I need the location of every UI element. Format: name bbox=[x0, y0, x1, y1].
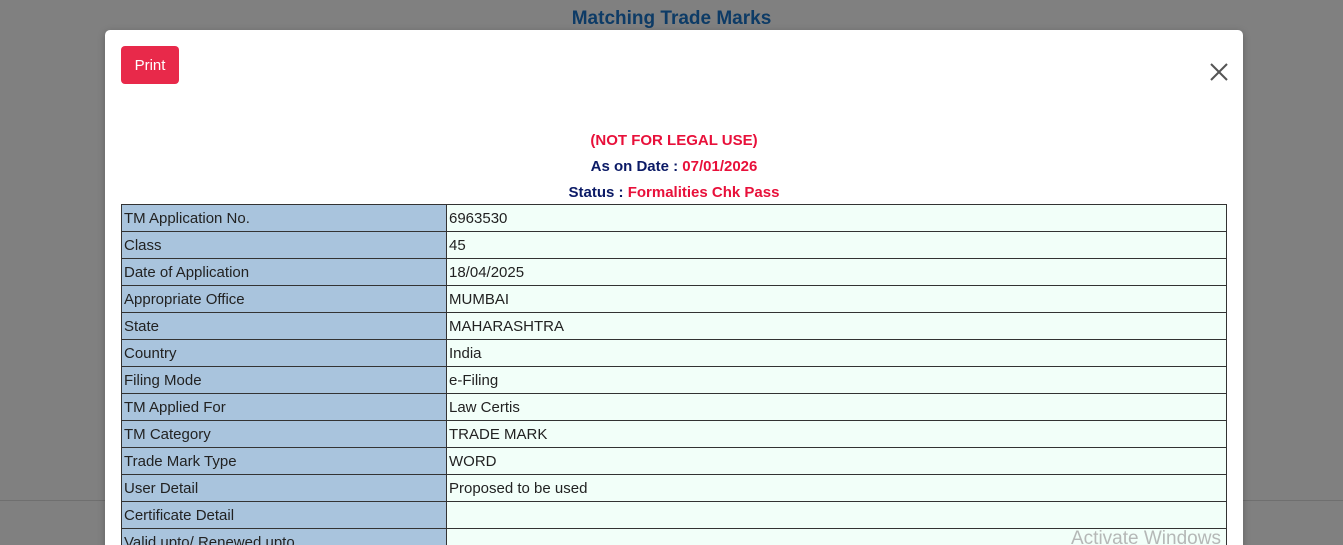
field-value: Law Certis bbox=[446, 393, 1227, 421]
table-row: Class 45 bbox=[121, 231, 1227, 259]
table-row: User Detail Proposed to be used bbox=[121, 474, 1227, 502]
field-value: Proposed to be used bbox=[446, 474, 1227, 502]
field-label: Trade Mark Type bbox=[121, 447, 447, 475]
legal-notice: (NOT FOR LEGAL USE) bbox=[590, 132, 758, 149]
as-on-date-value: 07/01/2026 bbox=[682, 158, 758, 175]
application-status: Status : Formalities Chk Pass bbox=[121, 180, 1227, 206]
trademark-details-table: TM Application No. 6963530 Class 45 Date… bbox=[121, 204, 1227, 545]
field-value: 18/04/2025 bbox=[446, 258, 1227, 286]
close-button[interactable] bbox=[1205, 58, 1233, 86]
field-label: Class bbox=[121, 231, 447, 259]
table-row: TM Applied For Law Certis bbox=[121, 393, 1227, 421]
table-row: Appropriate Office MUMBAI bbox=[121, 285, 1227, 313]
field-value: e-Filing bbox=[446, 366, 1227, 394]
as-on-date-label: As on Date : bbox=[590, 158, 683, 175]
field-value: WORD bbox=[446, 447, 1227, 475]
status-label: Status : bbox=[568, 184, 628, 201]
page-title: Matching Trade Marks bbox=[571, 8, 772, 29]
field-label: Date of Application bbox=[121, 258, 447, 286]
print-button[interactable]: Print bbox=[121, 46, 179, 84]
table-row: Certificate Detail bbox=[121, 501, 1227, 529]
field-label: Certificate Detail bbox=[121, 501, 447, 529]
table-row: Date of Application 18/04/2025 bbox=[121, 258, 1227, 286]
field-label: Filing Mode bbox=[121, 366, 447, 394]
field-value: India bbox=[446, 339, 1227, 367]
field-label: TM Applied For bbox=[121, 393, 447, 421]
field-value: 6963530 bbox=[446, 204, 1227, 232]
field-value: 45 bbox=[446, 231, 1227, 259]
field-value: MAHARASHTRA bbox=[446, 312, 1227, 340]
table-row: Valid upto/ Renewed upto bbox=[121, 528, 1227, 545]
field-value: MUMBAI bbox=[446, 285, 1227, 313]
close-icon bbox=[1210, 63, 1228, 81]
as-on-date: As on Date : 07/01/2026 bbox=[121, 154, 1227, 180]
table-row: TM Application No. 6963530 bbox=[121, 204, 1227, 232]
table-row: Trade Mark Type WORD bbox=[121, 447, 1227, 475]
field-label: Appropriate Office bbox=[121, 285, 447, 313]
field-value bbox=[446, 501, 1227, 529]
field-label: Valid upto/ Renewed upto bbox=[121, 528, 447, 545]
status-value: Formalities Chk Pass bbox=[627, 184, 780, 201]
windows-activation-watermark: Activate Windows bbox=[1071, 528, 1221, 545]
field-label: User Detail bbox=[121, 474, 447, 502]
table-row: Filing Mode e-Filing bbox=[121, 366, 1227, 394]
field-label: TM Category bbox=[121, 420, 447, 448]
field-value: TRADE MARK bbox=[446, 420, 1227, 448]
table-row: Country India bbox=[121, 339, 1227, 367]
field-label: Country bbox=[121, 339, 447, 367]
field-label: TM Application No. bbox=[121, 204, 447, 232]
trademark-details-modal: Print (NOT FOR LEGAL USE) As on Date : 0… bbox=[105, 30, 1243, 545]
field-label: State bbox=[121, 312, 447, 340]
report-header: (NOT FOR LEGAL USE) As on Date : 07/01/2… bbox=[121, 128, 1227, 206]
table-row: State MAHARASHTRA bbox=[121, 312, 1227, 340]
table-row: TM Category TRADE MARK bbox=[121, 420, 1227, 448]
